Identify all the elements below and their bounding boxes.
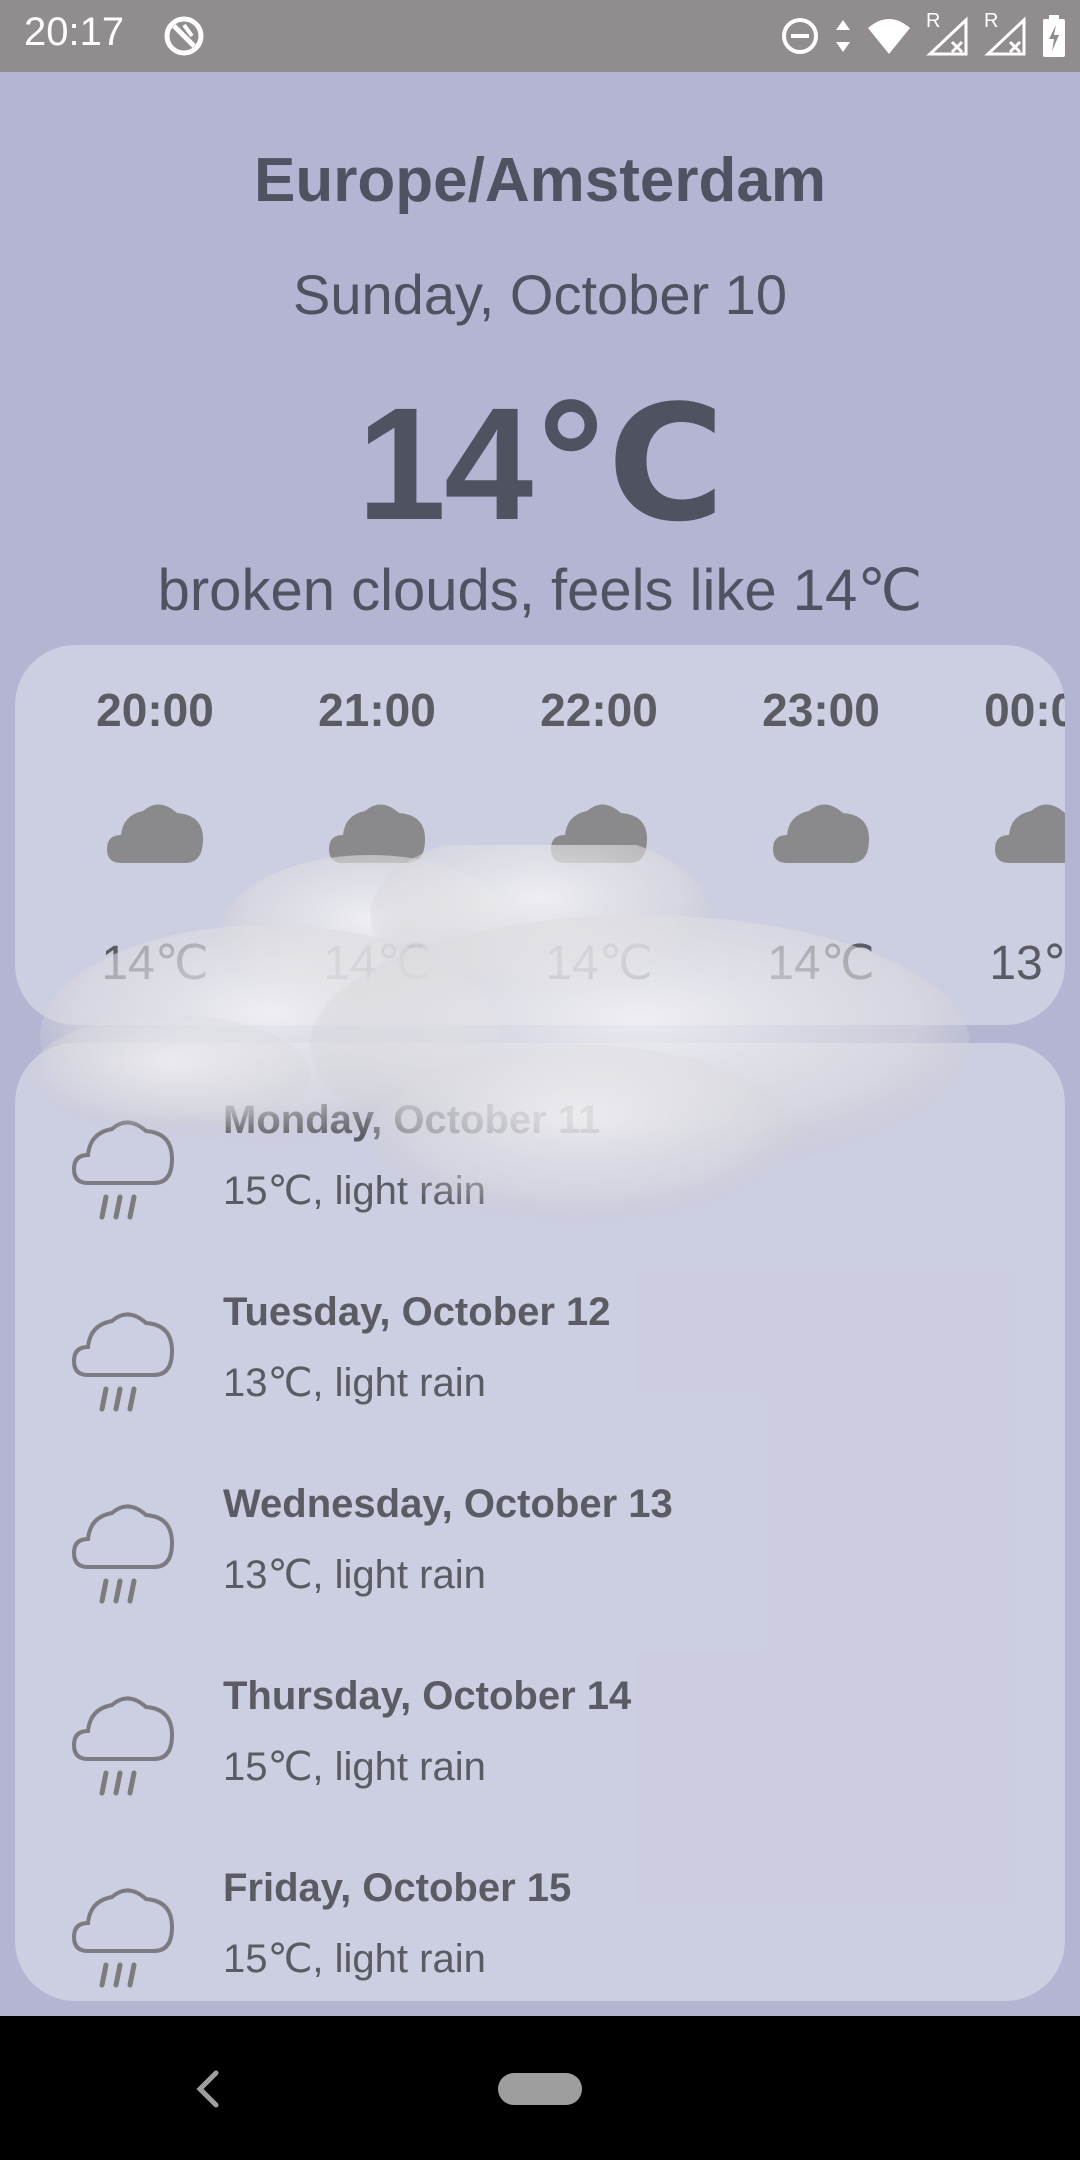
do-not-disturb-icon [780, 16, 820, 56]
current-date: Sunday, October 10 [293, 263, 787, 326]
cloud-icon [773, 804, 869, 863]
rain-cloud-icon [72, 1504, 175, 1604]
wifi-icon [866, 16, 912, 56]
signal-r-icon: R [984, 10, 1028, 56]
hour-temperature: 14℃ [101, 937, 209, 990]
weather-description: broken clouds, feels like 14℃ [157, 558, 923, 623]
day-summary: 15℃, light rain [223, 1169, 486, 1213]
cloud-icon [329, 804, 425, 863]
hour-temperature: 14℃ [545, 937, 653, 990]
app-notification-icon [162, 14, 206, 58]
daily-item: Tuesday, October 12 13℃, light rain [15, 1235, 1065, 1427]
hour-time: 00:00 [984, 684, 1065, 736]
cloud-icon [995, 804, 1065, 863]
cloud-icon [551, 804, 647, 863]
status-time: 20:17 [24, 10, 125, 54]
day-name: Monday, October 11 [223, 1098, 601, 1142]
hour-time: 21:00 [318, 684, 436, 736]
city-name: Europe/Amsterdam [254, 146, 826, 215]
hour-time: 20:00 [96, 684, 214, 736]
daily-item: Wednesday, October 13 13℃, light rain [15, 1427, 1065, 1619]
daily-item: Thursday, October 14 15℃, light rain [15, 1619, 1065, 1811]
hour-time: 23:00 [762, 684, 880, 736]
signal-r-icon: R [926, 10, 970, 56]
status-icons: R R [780, 10, 1066, 58]
rain-cloud-icon [72, 1888, 175, 1988]
day-name: Thursday, October 14 [223, 1674, 632, 1718]
weather-screen: 20:17 R R Europe/Amsterdam Sunday, Octob… [0, 0, 1080, 2160]
day-name: Wednesday, October 13 [223, 1482, 673, 1526]
day-name: Tuesday, October 12 [223, 1290, 611, 1334]
hour-time: 22:00 [540, 684, 658, 736]
battery-charging-icon [1042, 15, 1066, 57]
home-button[interactable] [498, 2073, 582, 2105]
data-arrows-icon [834, 16, 852, 56]
daily-item: Monday, October 11 15℃, light rain [15, 1043, 1065, 1235]
daily-item: Friday, October 15 15℃, light rain [15, 1811, 1065, 2001]
hour-temperature: 14℃ [323, 937, 431, 990]
hour-temperature: 13℃ [989, 937, 1065, 990]
rain-cloud-icon [72, 1696, 175, 1796]
day-summary: 13℃, light rain [223, 1553, 486, 1597]
rain-cloud-icon [72, 1120, 175, 1220]
hourly-forecast-card[interactable]: 20:00 14℃ 21:00 14℃ 22:00 14℃ 23:00 14℃ … [15, 645, 1065, 1025]
day-summary: 13℃, light rain [223, 1361, 486, 1405]
hour-temperature: 14℃ [767, 937, 875, 990]
signal-roaming-label: R [926, 10, 941, 32]
rain-cloud-icon [72, 1312, 175, 1412]
day-summary: 15℃, light rain [223, 1745, 486, 1789]
signal-roaming-label: R [984, 10, 999, 32]
cloud-icon [107, 804, 203, 863]
current-temperature: 14℃ [357, 374, 725, 553]
back-icon[interactable] [192, 2067, 224, 2111]
daily-forecast-card[interactable]: Monday, October 11 15℃, light rain Tuesd… [15, 1043, 1065, 2001]
day-summary: 15℃, light rain [223, 1937, 486, 1981]
status-bar: 20:17 R R [0, 0, 1080, 72]
day-name: Friday, October 15 [223, 1866, 572, 1910]
